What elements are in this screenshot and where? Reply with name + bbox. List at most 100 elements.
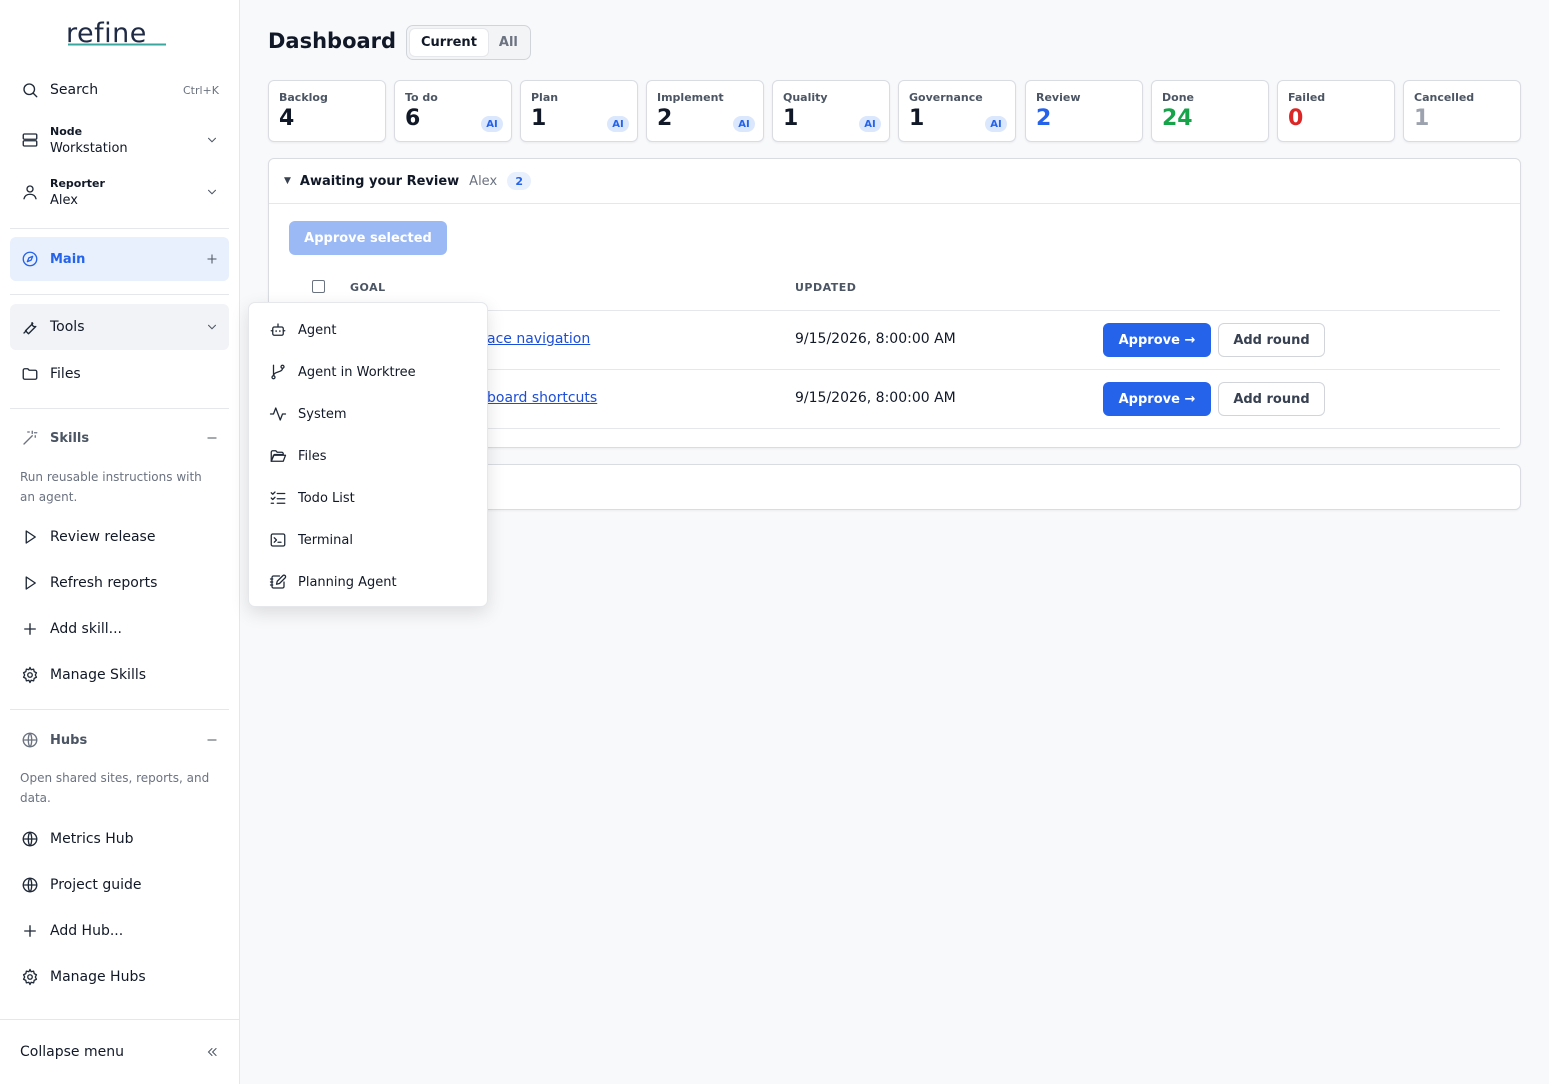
plus-icon[interactable] [205,252,219,266]
menu-item-label: Agent [298,322,337,338]
page-title: Dashboard [268,29,397,53]
skill-item[interactable]: Refresh reports [10,571,229,595]
gear-icon [20,665,40,685]
chevron-down-icon [205,185,219,199]
review-panel-header[interactable]: ▼ Awaiting your Review Alex 2 [269,159,1520,204]
menu-item-system[interactable]: System [249,396,487,432]
stat-value: 1 [531,106,547,131]
manage-skills-label: Manage Skills [50,667,147,683]
minus-icon[interactable] [205,733,219,747]
globe-icon [20,875,40,895]
stat-label: Failed [1288,91,1326,104]
stat-card-governance[interactable]: Governance 1 AI [898,80,1016,142]
search-shortcut: Ctrl+K [182,83,219,97]
logo-underline [68,43,166,46]
skills-title: Skills [50,430,90,446]
stat-label: Governance [909,91,983,104]
menu-item-todo[interactable]: Todo List [249,480,487,516]
user-icon [20,182,40,202]
stat-card-todo[interactable]: To do 6 AI [394,80,512,142]
menu-item-agent-worktree[interactable]: Agent in Worktree [249,354,487,390]
sidebar-item-files[interactable]: Files [10,362,229,386]
select-all-checkbox[interactable] [312,280,325,293]
stat-label: Cancelled [1414,91,1475,104]
stat-card-done[interactable]: Done 24 [1151,80,1269,142]
chevron-down-icon [205,320,219,334]
sidebar-divider [10,228,229,229]
menu-item-planning-agent[interactable]: Planning Agent [249,564,487,600]
updated-column-header: UPDATED [795,281,857,294]
stat-card-quality[interactable]: Quality 1 AI [772,80,890,142]
toggle-all[interactable]: All [488,29,529,56]
approve-selected-button[interactable]: Approve selected [289,221,447,255]
skill-item[interactable]: Review release [10,525,229,549]
search-button[interactable]: Search Ctrl+K [10,78,229,102]
stat-card-cancelled[interactable]: Cancelled 1 [1403,80,1521,142]
collapse-menu-button[interactable]: Collapse menu [10,1040,229,1064]
goal-column-header: GOAL [350,281,386,294]
add-hub-button[interactable]: Add Hub... [10,919,229,943]
hub-item[interactable]: Metrics Hub [10,827,229,851]
checklist-icon [268,488,288,508]
gear-icon [20,967,40,987]
approve-button[interactable]: Approve → [1103,382,1211,416]
stat-label: Implement [657,91,724,104]
approve-button[interactable]: Approve → [1103,323,1211,357]
stat-value: 1 [1414,106,1430,131]
double-chevron-left-icon [205,1045,219,1059]
hubs-description: Open shared sites, reports, and data. [20,771,210,805]
hub-item[interactable]: Project guide [10,873,229,897]
stat-label: Backlog [279,91,328,104]
stat-card-review[interactable]: Review 2 [1025,80,1143,142]
updated-value: 9/15/2026, 8:00:00 AM [795,331,956,347]
folder-icon [20,364,40,384]
sidebar-divider [10,408,229,409]
manage-hubs-button[interactable]: Manage Hubs [10,965,229,989]
compass-icon [20,249,40,269]
stat-value: 1 [909,106,925,131]
stat-card-implement[interactable]: Implement 2 AI [646,80,764,142]
stat-value: 1 [783,106,799,131]
toggle-current[interactable]: Current [410,29,488,56]
goal-link[interactable]: ace navigation [487,331,590,347]
stat-label: Plan [531,91,559,104]
review-reporter: Alex [469,173,498,189]
hubs-title: Hubs [50,732,88,748]
menu-item-label: Terminal [298,532,353,548]
terminal-icon [268,530,288,550]
stat-value: 24 [1162,106,1193,131]
tools-label: Tools [50,319,85,335]
reporter-label: Reporter [50,177,105,190]
node-selector[interactable]: Node Workstation [10,122,229,158]
main-label: Main [50,251,86,267]
review-title: Awaiting your Review [299,173,460,189]
hub-label: Metrics Hub [50,831,134,847]
menu-item-terminal[interactable]: Terminal [249,522,487,558]
globe-icon [20,829,40,849]
ai-badge: AI [985,116,1007,132]
menu-item-agent[interactable]: Agent [249,312,487,348]
add-round-button[interactable]: Add round [1218,382,1325,416]
manage-skills-button[interactable]: Manage Skills [10,663,229,687]
menu-item-label: Planning Agent [298,574,397,590]
server-icon [20,130,40,150]
activity-icon [268,404,288,424]
stat-card-failed[interactable]: Failed 0 [1277,80,1395,142]
minus-icon[interactable] [205,431,219,445]
robot-icon [268,320,288,340]
reporter-selector[interactable]: Reporter Alex [10,174,229,210]
menu-item-label: Agent in Worktree [298,364,416,380]
stat-card-plan[interactable]: Plan 1 AI [520,80,638,142]
goal-link[interactable]: board shortcuts [487,390,597,406]
add-round-button[interactable]: Add round [1218,323,1325,357]
sidebar-item-tools[interactable]: Tools [10,304,229,350]
stat-card-backlog[interactable]: Backlog 4 [268,80,386,142]
sidebar-item-main[interactable]: Main [10,237,229,281]
hubs-section-header[interactable]: Hubs [10,728,229,752]
notebook-pen-icon [268,572,288,592]
search-label: Search [50,82,99,98]
menu-item-files[interactable]: Files [249,438,487,474]
skills-section-header[interactable]: Skills [10,426,229,450]
add-skill-button[interactable]: Add skill... [10,617,229,641]
stat-value: 2 [657,106,673,131]
